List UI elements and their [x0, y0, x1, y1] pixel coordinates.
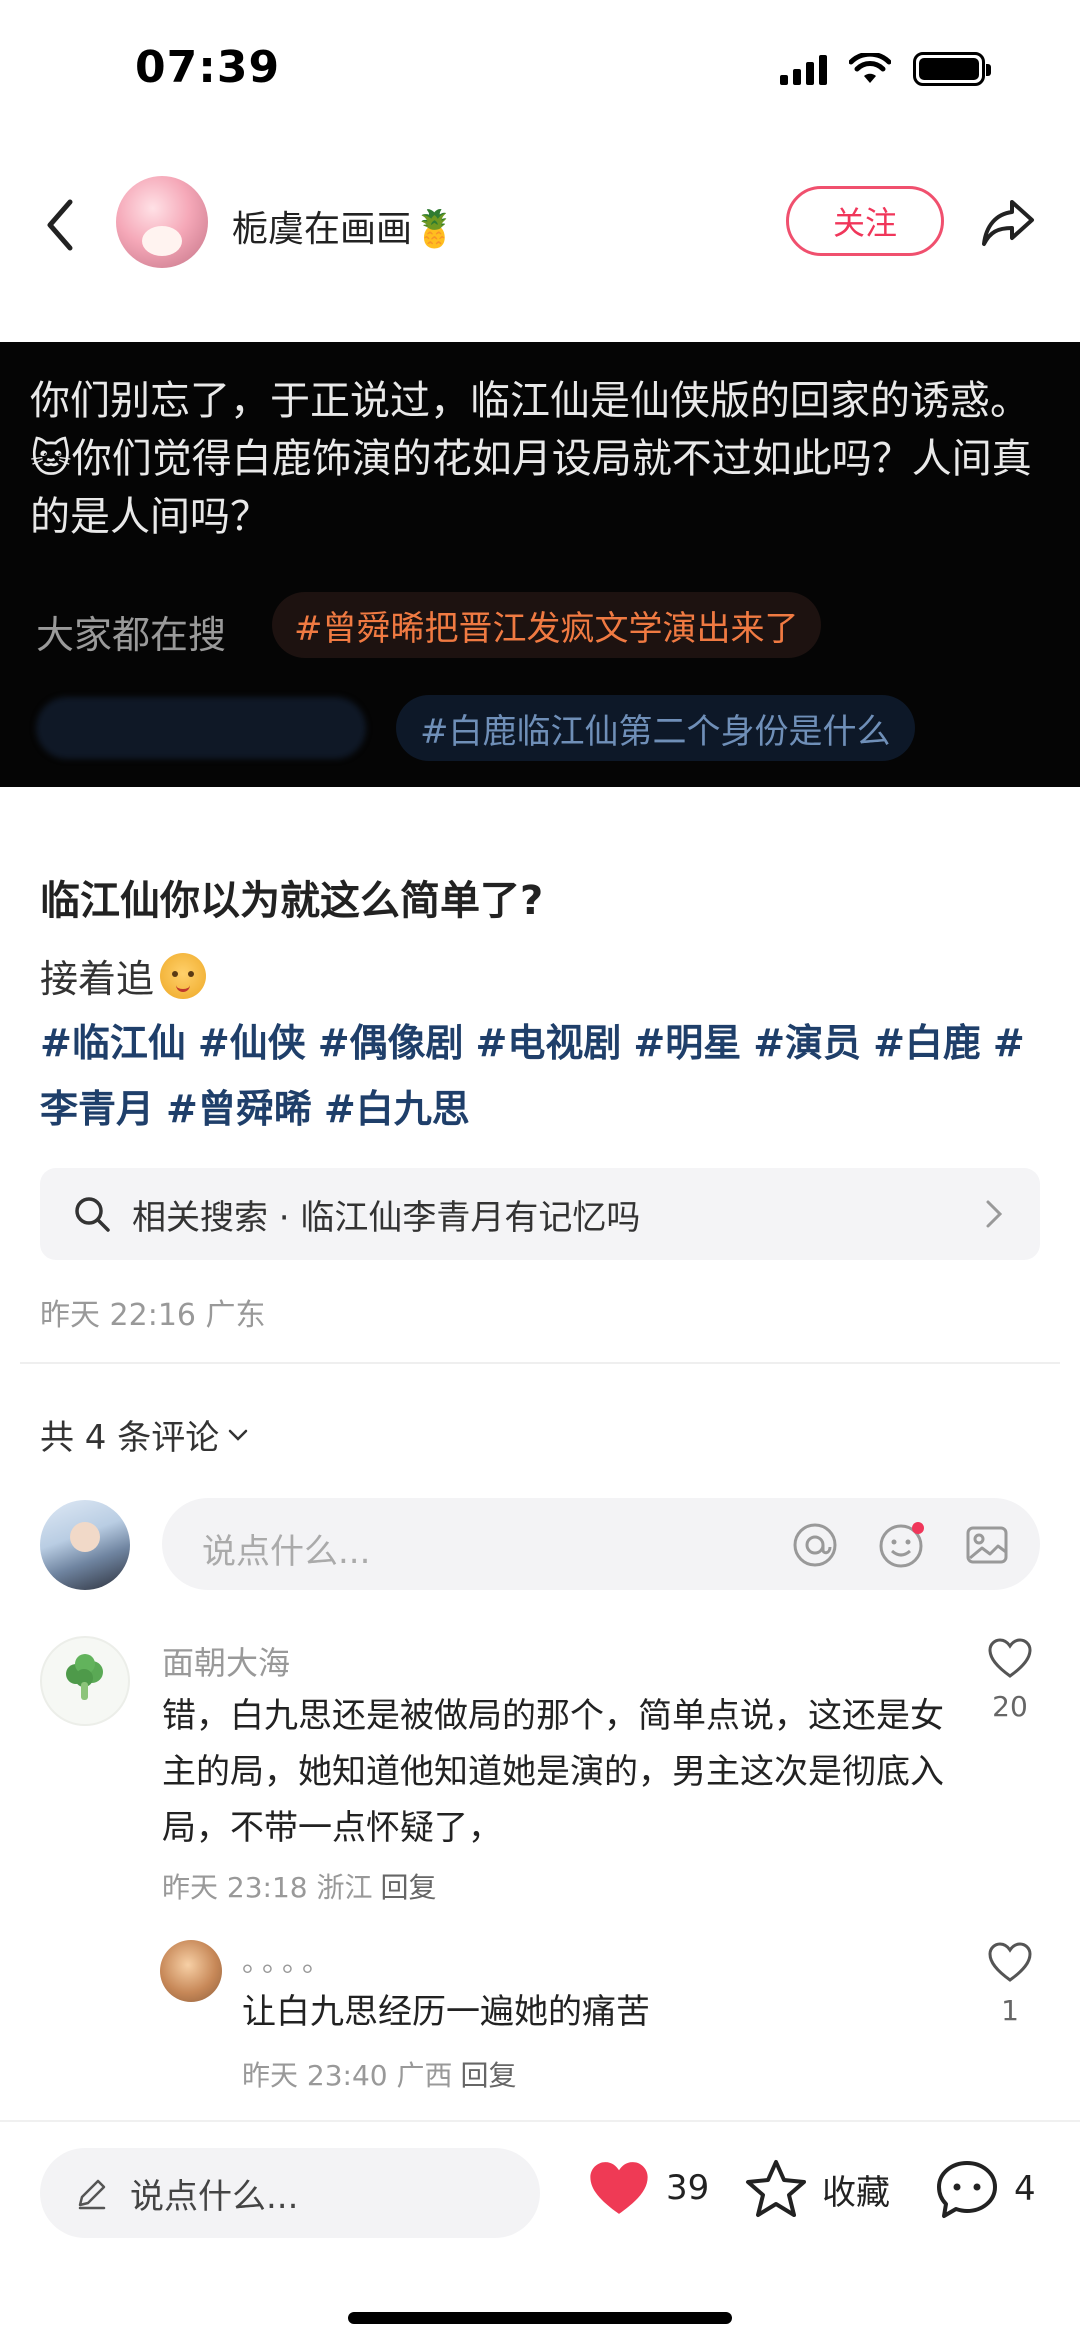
star-outline-icon: [746, 2160, 806, 2217]
status-bar: 07:39: [0, 0, 1080, 150]
reply-text: 让白九思经历一遍她的痛苦: [242, 1992, 650, 2032]
comment-item: 面朝大海 错，白九思还是被做局的那个，简单点说，这还是女主的局，她知道他知道她是…: [40, 1636, 1040, 1916]
hashtag-link[interactable]: #偶像剧: [318, 1021, 464, 1065]
bottom-comment-input[interactable]: 说点什么...: [40, 2148, 540, 2238]
comment-button[interactable]: 4: [934, 2158, 1036, 2220]
commenter-avatar[interactable]: [40, 1636, 130, 1726]
post-header: 栀虞在画画🍍 关注: [0, 170, 1080, 280]
comment-text: 错，白九思还是被做局的那个，简单点说，这还是女主的局，她知道他知道她是演的，男主…: [162, 1696, 944, 1848]
heart-outline-icon: [988, 1638, 1032, 1678]
home-indicator: [348, 2312, 732, 2324]
hashtag-link[interactable]: #电视剧: [476, 1021, 622, 1065]
trending-search-label: 大家都在搜: [36, 613, 227, 657]
trending-pill: #白鹿临江仙第二个身份是什么: [396, 695, 915, 761]
post-timestamp: 昨天 22:16 广东: [40, 1298, 266, 1333]
broccoli-icon: [66, 1654, 103, 1700]
replier-avatar[interactable]: [160, 1940, 222, 2002]
heart-outline-icon: [988, 1942, 1032, 1982]
heart-filled-icon: [590, 2162, 648, 2214]
reply-button[interactable]: 回复: [461, 2059, 517, 2092]
emoji-icon[interactable]: [876, 1520, 926, 1570]
comment-like[interactable]: 20: [980, 1636, 1040, 1723]
blurred-pill: [36, 697, 366, 759]
reply-like[interactable]: 1: [980, 1940, 1040, 2027]
reply-timestamp: 昨天 23:40 广西: [242, 2059, 453, 2092]
chevron-down-icon: [229, 1429, 248, 1441]
post-image[interactable]: 你们别忘了，于正说过，临江仙是仙侠版的回家的诱惑。🐱你们觉得白鹿饰演的花如月设局…: [0, 342, 1080, 787]
commenter-name[interactable]: 面朝大海: [162, 1638, 290, 1684]
wifi-icon: [849, 53, 891, 83]
comment-like-count: 20: [992, 1690, 1028, 1723]
hashtag-list: #临江仙 #仙侠 #偶像剧 #电视剧 #明星 #演员 #白鹿 #李青月 #曾舜晞 #白九思: [40, 1010, 1050, 1142]
author-avatar[interactable]: [116, 176, 208, 268]
reply-meta: 昨天 23:40 广西 回复: [242, 2054, 517, 2094]
post-title: 临江仙你以为就这么简单了?: [40, 878, 544, 924]
comment-timestamp: 昨天 23:18 浙江: [162, 1871, 373, 1904]
hashtag-link[interactable]: #仙侠: [198, 1021, 306, 1065]
pencil-icon: [78, 2179, 106, 2210]
hashtag-link[interactable]: #白九思: [324, 1087, 470, 1131]
follow-button[interactable]: 关注: [786, 186, 944, 256]
replier-name[interactable]: 。。。。: [242, 1940, 336, 1980]
cellular-signal-icon: [780, 53, 827, 85]
chevron-right-icon: [986, 1200, 1003, 1228]
comment-input[interactable]: 说点什么...: [162, 1498, 1040, 1590]
comment-count-toggle[interactable]: 共 4 条评论: [40, 1410, 249, 1459]
comment-input-placeholder: 说点什么...: [202, 1532, 371, 1572]
hashtag-link[interactable]: #曾舜晞: [166, 1087, 312, 1131]
reply-like-count: 1: [1001, 1994, 1019, 2027]
battery-icon: [913, 52, 991, 86]
search-icon: [75, 1197, 110, 1232]
like-button[interactable]: 39: [586, 2158, 709, 2218]
comment-meta: 昨天 23:18 浙江 回复: [162, 1866, 437, 1906]
like-count: 39: [666, 2168, 710, 2208]
comment-bubble-icon: [937, 2161, 997, 2218]
divider: [20, 1362, 1060, 1364]
collect-button[interactable]: 收藏: [744, 2158, 890, 2220]
divider: [0, 2120, 1080, 2122]
hashtag-link[interactable]: #临江仙: [40, 1021, 186, 1065]
trending-pill: #曾舜晞把晋江发疯文学演出来了: [272, 592, 821, 658]
image-picker-icon[interactable]: [962, 1520, 1012, 1570]
my-avatar: [40, 1500, 130, 1590]
hashtag-link[interactable]: #白鹿: [873, 1021, 981, 1065]
related-search-bar[interactable]: 相关搜索 · 临江仙李青月有记忆吗: [40, 1168, 1040, 1260]
hashtag-link[interactable]: #明星: [633, 1021, 741, 1065]
related-search-text: 相关搜索 · 临江仙李青月有记忆吗: [132, 1197, 641, 1238]
reply-button[interactable]: 回复: [381, 1871, 437, 1904]
dog-emoji-icon: [160, 952, 207, 999]
image-caption-text: 你们别忘了，于正说过，临江仙是仙侠版的回家的诱惑。🐱你们觉得白鹿饰演的花如月设局…: [30, 378, 1032, 540]
post-text: 接着追: [40, 948, 207, 1003]
back-button[interactable]: [40, 190, 80, 260]
status-icons: [780, 52, 991, 86]
author-name[interactable]: 栀虞在画画🍍: [232, 200, 457, 252]
share-icon[interactable]: [978, 192, 1038, 252]
hashtag-link[interactable]: #演员: [753, 1021, 861, 1065]
status-time: 07:39: [135, 42, 281, 93]
post-text-line: 接着追: [40, 957, 155, 1001]
mention-icon[interactable]: [790, 1520, 840, 1570]
comment-count: 4: [1014, 2169, 1036, 2209]
bottom-input-placeholder: 说点什么...: [130, 2176, 299, 2217]
comment-count-label: 共 4 条评论: [40, 1418, 220, 1458]
reply-item: 。。。。 让白九思经历一遍她的痛苦 昨天 23:40 广西 回复 1: [160, 1940, 1040, 2100]
collect-label: 收藏: [822, 2172, 890, 2213]
